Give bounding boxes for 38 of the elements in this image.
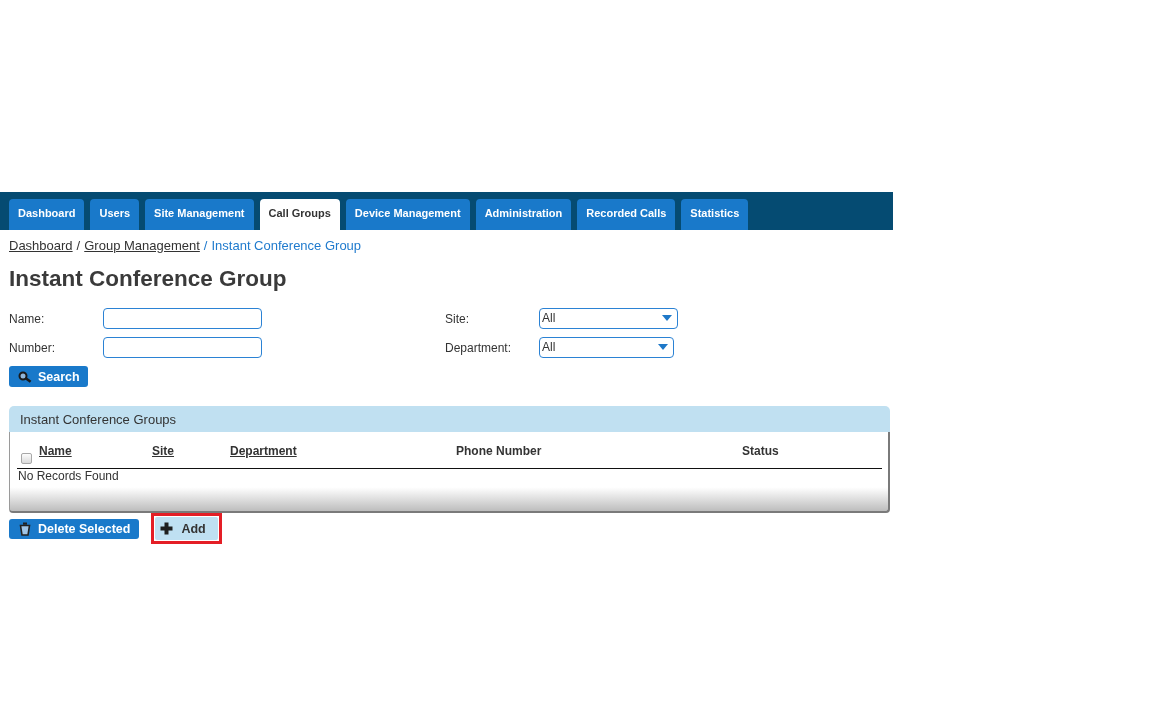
column-header[interactable]: Name xyxy=(39,444,72,458)
field-label: Site: xyxy=(445,311,469,326)
text-field[interactable] xyxy=(103,337,262,358)
nav-tab[interactable]: Dashboard xyxy=(9,199,85,230)
trash-icon xyxy=(19,521,31,536)
nav-tab[interactable]: Call Groups xyxy=(259,199,340,230)
breadcrumb-current: Instant Conference Group xyxy=(211,238,362,253)
add-button[interactable]: Add xyxy=(155,517,218,540)
dropdown[interactable]: All xyxy=(539,337,674,358)
column-header: Phone Number xyxy=(456,444,542,458)
nav-tab[interactable]: Users xyxy=(90,199,140,230)
column-header[interactable]: Department xyxy=(230,444,297,458)
dropdown[interactable]: All xyxy=(539,308,678,329)
delete-button[interactable]: Delete Selected xyxy=(9,518,140,539)
column-header[interactable]: Site xyxy=(152,444,174,458)
breadcrumb-link[interactable]: Group Management xyxy=(84,238,200,253)
empty-message: No Records Found xyxy=(17,470,119,483)
plus-icon xyxy=(160,522,174,535)
field-label: Name: xyxy=(9,311,45,326)
text-field[interactable] xyxy=(103,308,262,329)
caret-icon xyxy=(662,315,672,321)
search-icon xyxy=(18,370,32,383)
panel-title: Instant Conference Groups xyxy=(20,411,177,427)
breadcrumb-separator: / xyxy=(76,238,81,253)
page-title: Instant Conference Group xyxy=(9,266,287,292)
search-button[interactable]: Search xyxy=(9,366,88,387)
field-label: Number: xyxy=(9,340,55,355)
caret-icon xyxy=(658,344,668,350)
nav-tab[interactable]: Administration xyxy=(475,199,572,230)
nav-tab[interactable]: Statistics xyxy=(681,199,749,230)
checkbox[interactable] xyxy=(21,453,32,464)
field-label: Department: xyxy=(445,340,512,355)
breadcrumb-separator: / xyxy=(203,238,208,253)
column-header: Status xyxy=(742,444,779,458)
breadcrumb-link[interactable]: Dashboard xyxy=(9,238,73,253)
nav-tab[interactable]: Recorded Calls xyxy=(577,199,676,230)
nav-tab[interactable]: Site Management xyxy=(145,199,254,230)
nav-tab[interactable]: Device Management xyxy=(345,199,470,230)
